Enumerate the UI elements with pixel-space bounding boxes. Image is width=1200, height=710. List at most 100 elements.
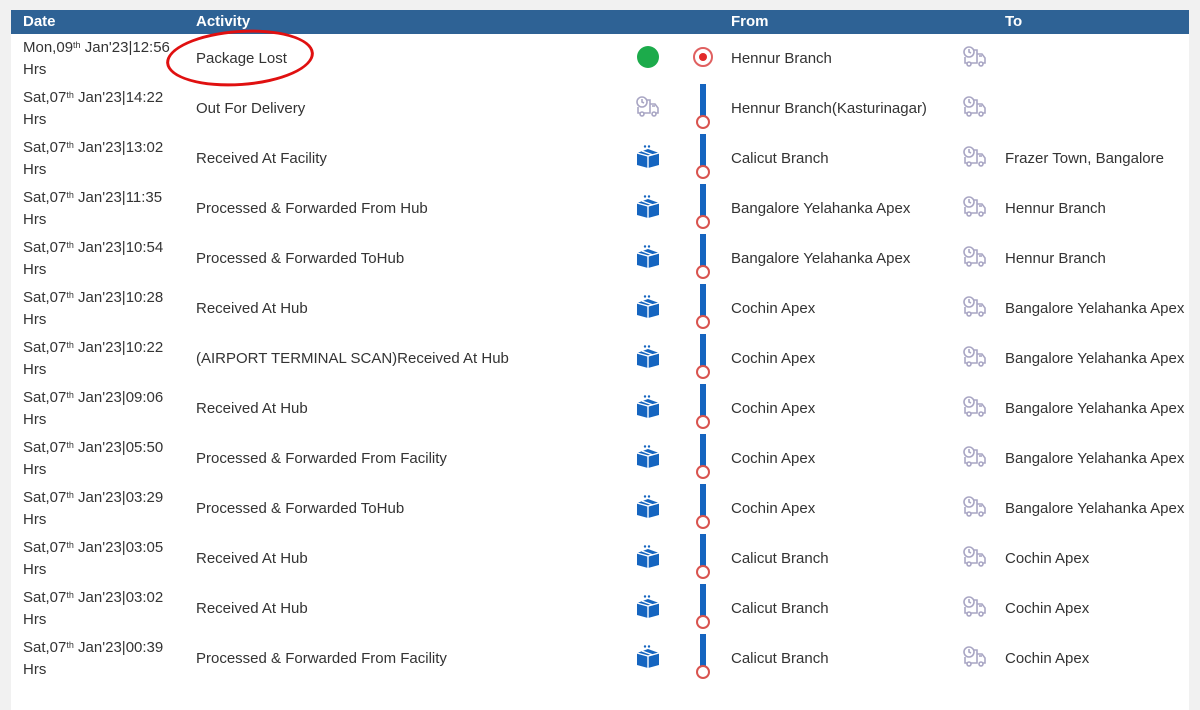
event-date: Sat,07th Jan'23|03:05 Hrs	[23, 538, 164, 578]
tracking-rows: Mon,09th Jan'23|12:56 Hrs Package Lost He…	[11, 25, 1189, 684]
package-box-icon	[635, 344, 661, 373]
table-row: Sat,07th Jan'23|00:39 Hrs Processed & For…	[11, 633, 1189, 684]
transit-truck-icon	[962, 545, 988, 572]
transit-truck-icon	[962, 195, 988, 222]
package-box-icon	[635, 294, 661, 323]
event-date: Sat,07th Jan'23|10:54 Hrs	[23, 238, 164, 278]
event-to: Bangalore Yelahanka Apex	[1005, 499, 1185, 517]
transit-truck-icon	[962, 395, 988, 422]
status-icon-cell	[613, 484, 683, 534]
transit-truck-icon	[962, 645, 988, 672]
status-icon-cell	[613, 84, 683, 134]
status-icon-cell	[613, 584, 683, 634]
event-from: Cochin Apex	[731, 400, 816, 418]
track-icon-cell	[683, 133, 723, 184]
package-box-icon	[635, 394, 661, 423]
truck-icon-cell	[953, 434, 997, 484]
event-activity: Processed & Forwarded ToHub	[196, 250, 405, 268]
event-from: Calicut Branch	[731, 550, 829, 568]
event-activity: Package Lost	[164, 25, 613, 92]
truck-icon-cell	[953, 84, 997, 134]
package-box-icon	[635, 444, 661, 473]
event-to: Hennur Branch	[1005, 249, 1106, 267]
event-activity: Processed & Forwarded From Hub	[196, 200, 428, 218]
event-from: Hennur Branch(Kasturinagar)	[731, 100, 927, 118]
event-date: Sat,07th Jan'23|10:28 Hrs	[23, 288, 164, 328]
event-date: Sat,07th Jan'23|05:50 Hrs	[23, 438, 164, 478]
status-icon-cell	[613, 534, 683, 584]
event-date: Sat,07th Jan'23|13:02 Hrs	[23, 138, 164, 178]
event-date: Sat,07th Jan'23|03:02 Hrs	[23, 588, 164, 628]
transit-truck-icon	[962, 295, 988, 322]
event-date: Mon,09th Jan'23|12:56 Hrs	[23, 38, 170, 78]
transit-truck-icon	[962, 245, 988, 272]
event-from: Cochin Apex	[731, 500, 816, 518]
table-row: Sat,07th Jan'23|03:29 Hrs Processed & For…	[11, 483, 1189, 534]
package-box-icon	[635, 494, 661, 523]
event-activity: Out For Delivery	[196, 100, 306, 118]
timeline-progress-icon	[696, 633, 710, 680]
event-activity: Processed & Forwarded From Facility	[196, 450, 447, 468]
table-row: Sat,07th Jan'23|11:35 Hrs Processed & For…	[11, 183, 1189, 234]
event-from: Cochin Apex	[731, 350, 816, 368]
event-activity: Received At Hub	[196, 600, 308, 618]
event-from: Cochin Apex	[731, 300, 816, 318]
track-icon-cell	[683, 383, 723, 434]
timeline-progress-icon	[696, 183, 710, 230]
truck-icon-cell	[953, 234, 997, 284]
table-row: Sat,07th Jan'23|14:22 Hrs Out For Deliver…	[11, 83, 1189, 134]
track-icon-cell	[683, 333, 723, 384]
column-header-to: To	[1005, 13, 1023, 30]
truck-icon-cell	[953, 534, 997, 584]
event-from: Bangalore Yelahanka Apex	[731, 250, 911, 268]
track-icon-cell	[683, 83, 723, 134]
package-box-icon	[635, 644, 661, 673]
transit-truck-icon	[962, 145, 988, 172]
track-icon-cell	[683, 583, 723, 634]
timeline-progress-icon	[696, 133, 710, 180]
transit-truck-icon	[962, 45, 988, 72]
event-to: Cochin Apex	[1005, 649, 1090, 667]
status-icon-cell	[613, 184, 683, 234]
event-date: Sat,07th Jan'23|03:29 Hrs	[23, 488, 164, 528]
transit-truck-icon	[962, 345, 988, 372]
event-to	[997, 34, 1189, 84]
timeline-progress-icon	[696, 533, 710, 580]
track-icon-cell	[683, 183, 723, 234]
event-to: Bangalore Yelahanka Apex	[1005, 399, 1185, 417]
truck-icon-cell	[953, 484, 997, 534]
package-box-icon	[635, 594, 661, 623]
transit-truck-icon	[962, 445, 988, 472]
event-to	[997, 84, 1189, 134]
event-date: Sat,07th Jan'23|11:35 Hrs	[23, 188, 163, 228]
table-row: Sat,07th Jan'23|10:54 Hrs Processed & For…	[11, 233, 1189, 284]
package-box-icon	[635, 544, 661, 573]
status-icon-cell	[613, 134, 683, 184]
event-to: Bangalore Yelahanka Apex	[1005, 349, 1185, 367]
track-icon-cell	[683, 283, 723, 334]
truck-icon-cell	[953, 184, 997, 234]
timeline-progress-icon	[696, 483, 710, 530]
table-row: Sat,07th Jan'23|03:05 Hrs Received At Hub…	[11, 533, 1189, 584]
current-location-target-icon	[693, 46, 713, 67]
track-icon-cell	[683, 233, 723, 284]
event-from: Cochin Apex	[731, 450, 816, 468]
table-header: Date Activity From To	[11, 10, 1189, 34]
table-row: Mon,09th Jan'23|12:56 Hrs Package Lost He…	[11, 25, 1189, 92]
track-icon-cell	[683, 633, 723, 684]
event-from: Calicut Branch	[731, 600, 829, 618]
column-header-date: Date	[23, 13, 56, 30]
truck-icon-cell	[953, 634, 997, 684]
timeline-progress-icon	[696, 283, 710, 330]
event-from: Bangalore Yelahanka Apex	[731, 200, 911, 218]
track-icon-cell	[683, 433, 723, 484]
timeline-progress-icon	[696, 583, 710, 630]
event-date: Sat,07th Jan'23|09:06 Hrs	[23, 388, 164, 428]
event-date: Sat,07th Jan'23|10:22 Hrs	[23, 338, 164, 378]
event-from: Calicut Branch	[731, 150, 829, 168]
event-to: Cochin Apex	[1005, 549, 1090, 567]
table-row: Sat,07th Jan'23|10:22 Hrs (AIRPORT TERMIN…	[11, 333, 1189, 384]
status-icon-cell	[613, 384, 683, 434]
status-icon-cell	[613, 234, 683, 284]
event-activity: Processed & Forwarded From Facility	[196, 650, 447, 668]
